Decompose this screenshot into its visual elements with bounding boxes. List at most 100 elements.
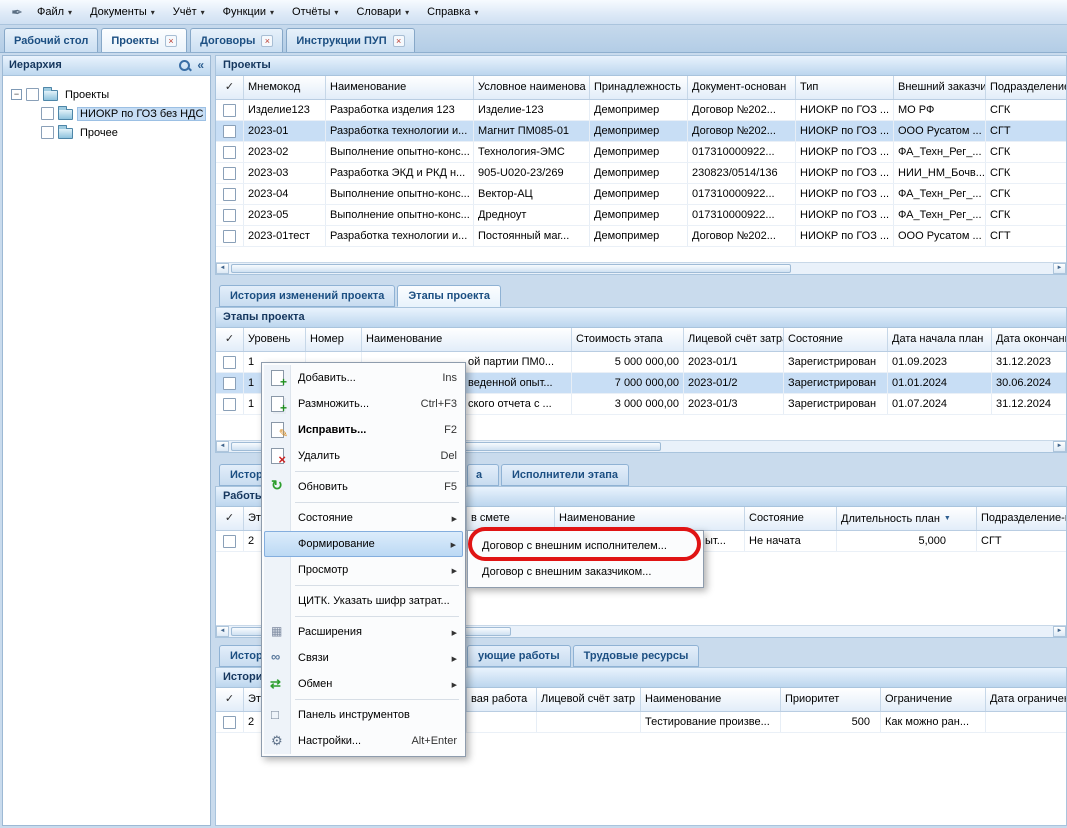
menu-item-extensions[interactable]: Расширения bbox=[264, 619, 463, 645]
scroll-right-icon[interactable] bbox=[1053, 441, 1066, 452]
row-checkbox[interactable] bbox=[223, 209, 236, 222]
row-checkbox[interactable] bbox=[223, 104, 236, 117]
column-header[interactable]: Мнемокод bbox=[244, 76, 326, 99]
scrollbar-thumb[interactable] bbox=[231, 264, 791, 273]
column-header[interactable]: Наименование bbox=[326, 76, 474, 99]
table-row[interactable]: 2023-05 Выполнение опытно-конс... Дредно… bbox=[216, 205, 1066, 226]
close-icon[interactable] bbox=[165, 35, 177, 47]
column-header-sorted[interactable]: Длительность план bbox=[837, 507, 977, 530]
tab-projects[interactable]: Проекты bbox=[101, 28, 187, 52]
table-row[interactable]: 2023-02 Выполнение опытно-конс... Технол… bbox=[216, 142, 1066, 163]
menu-item-citk-cost-code[interactable]: ЦИТК. Указать шифр затрат... bbox=[264, 588, 463, 614]
tree-checkbox[interactable] bbox=[26, 88, 39, 101]
scroll-right-icon[interactable] bbox=[1053, 263, 1066, 274]
tab-instructions[interactable]: Инструкции ПУП bbox=[286, 28, 414, 52]
column-header[interactable]: Условное наименова bbox=[474, 76, 590, 99]
column-header[interactable]: Лицевой счёт затрат. bbox=[684, 328, 784, 351]
column-header[interactable]: Дата начала план bbox=[888, 328, 992, 351]
column-header[interactable]: Приоритет bbox=[781, 688, 881, 711]
menu-item-delete[interactable]: Удалить Del bbox=[264, 443, 463, 469]
column-header[interactable]: Тип bbox=[796, 76, 894, 99]
menu-file[interactable]: Файл bbox=[28, 0, 81, 25]
scroll-left-icon[interactable] bbox=[216, 626, 229, 637]
column-header[interactable]: Подразделение-испо bbox=[977, 507, 1067, 530]
column-header[interactable]: Подразделение bbox=[986, 76, 1067, 99]
column-header[interactable]: Лицевой счёт затр bbox=[537, 688, 641, 711]
column-header[interactable]: Наименование bbox=[555, 507, 745, 530]
row-checkbox[interactable] bbox=[223, 146, 236, 159]
close-icon[interactable] bbox=[261, 35, 273, 47]
scroll-right-icon[interactable] bbox=[1053, 626, 1066, 637]
column-header[interactable]: Внешний заказчик bbox=[894, 76, 986, 99]
column-header[interactable]: Ограничение bbox=[881, 688, 986, 711]
menu-functions[interactable]: Функции bbox=[214, 0, 283, 25]
tab-project-history[interactable]: История изменений проекта bbox=[219, 285, 395, 307]
menu-item-exchange[interactable]: Обмен bbox=[264, 671, 463, 697]
tree-node-projects[interactable]: Проекты bbox=[7, 85, 206, 104]
column-header[interactable]: Наименование bbox=[641, 688, 781, 711]
menu-documents[interactable]: Документы bbox=[81, 0, 164, 25]
row-checkbox[interactable] bbox=[223, 125, 236, 138]
tab-project-stages[interactable]: Этапы проекта bbox=[397, 285, 501, 307]
menu-item-view[interactable]: Просмотр bbox=[264, 557, 463, 583]
column-header[interactable]: Документ-основан bbox=[688, 76, 796, 99]
table-row[interactable]: 2023-01тест Разработка технологии и... П… bbox=[216, 226, 1066, 247]
table-row[interactable]: 2023-04 Выполнение опытно-конс... Вектор… bbox=[216, 184, 1066, 205]
search-icon[interactable] bbox=[178, 59, 193, 73]
menu-item-settings[interactable]: Настройки... Alt+Enter bbox=[264, 728, 463, 754]
select-all-checkbox[interactable] bbox=[216, 507, 244, 530]
submenu-item-external-customer-contract[interactable]: Договор с внешним заказчиком... bbox=[470, 559, 701, 585]
menu-item-state[interactable]: Состояние bbox=[264, 505, 463, 531]
tree-checkbox[interactable] bbox=[41, 107, 54, 120]
close-icon[interactable] bbox=[393, 35, 405, 47]
column-header[interactable]: Дата ограничени bbox=[986, 688, 1067, 711]
tree-checkbox[interactable] bbox=[41, 126, 54, 139]
menu-reports[interactable]: Отчёты bbox=[283, 0, 347, 25]
menu-dictionaries[interactable]: Словари bbox=[347, 0, 418, 25]
tree-node-other[interactable]: Прочее bbox=[7, 123, 206, 142]
submenu-item-external-executor-contract[interactable]: Договор с внешним исполнителем... bbox=[470, 533, 701, 559]
menu-item-edit[interactable]: Исправить... F2 bbox=[264, 417, 463, 443]
table-row[interactable]: 2023-03 Разработка ЭКД и РКД н... 905-U0… bbox=[216, 163, 1066, 184]
menu-item-links[interactable]: Связи bbox=[264, 645, 463, 671]
tab-stage-executors[interactable]: Исполнители этапа bbox=[501, 464, 629, 486]
tab-preceding-works[interactable]: ующие работы bbox=[467, 645, 571, 667]
row-checkbox[interactable] bbox=[223, 716, 236, 729]
tab-contracts[interactable]: Договоры bbox=[190, 28, 283, 52]
scroll-left-icon[interactable] bbox=[216, 441, 229, 452]
tab-works-partial[interactable]: а bbox=[467, 464, 499, 486]
column-header[interactable]: Стоимость этапа bbox=[572, 328, 684, 351]
expander-icon[interactable] bbox=[11, 89, 22, 100]
tree-node-niokr[interactable]: НИОКР по ГОЗ без НДС bbox=[7, 104, 206, 123]
row-checkbox[interactable] bbox=[223, 167, 236, 180]
column-header[interactable]: Состояние bbox=[784, 328, 888, 351]
table-row[interactable]: 2023-01 Разработка технологии и... Магни… bbox=[216, 121, 1066, 142]
tab-desktop[interactable]: Рабочий стол bbox=[4, 28, 98, 52]
menu-item-formation[interactable]: Формирование bbox=[264, 531, 463, 557]
menu-item-add[interactable]: Добавить... Ins bbox=[264, 365, 463, 391]
row-checkbox[interactable] bbox=[223, 398, 236, 411]
column-header[interactable]: в смете bbox=[467, 507, 555, 530]
select-all-checkbox[interactable] bbox=[216, 688, 244, 711]
menu-accounting[interactable]: Учёт bbox=[164, 0, 214, 25]
menu-item-duplicate[interactable]: Размножить... Ctrl+F3 bbox=[264, 391, 463, 417]
row-checkbox[interactable] bbox=[223, 377, 236, 390]
menu-help[interactable]: Справка bbox=[418, 0, 487, 25]
menu-item-toolbar[interactable]: Панель инструментов bbox=[264, 702, 463, 728]
row-checkbox[interactable] bbox=[223, 535, 236, 548]
column-header[interactable]: Наименование bbox=[362, 328, 572, 351]
column-header[interactable]: вая работа bbox=[467, 688, 537, 711]
column-header[interactable]: Дата окончани bbox=[992, 328, 1067, 351]
horizontal-scrollbar[interactable] bbox=[216, 262, 1066, 274]
select-all-checkbox[interactable] bbox=[216, 328, 244, 351]
select-all-checkbox[interactable] bbox=[216, 76, 244, 99]
row-checkbox[interactable] bbox=[223, 188, 236, 201]
column-header[interactable]: Принадлежность bbox=[590, 76, 688, 99]
table-row[interactable]: Изделие123 Разработка изделия 123 Издели… bbox=[216, 100, 1066, 121]
tab-labor-resources[interactable]: Трудовые ресурсы bbox=[573, 645, 700, 667]
menu-item-refresh[interactable]: Обновить F5 bbox=[264, 474, 463, 500]
row-checkbox[interactable] bbox=[223, 356, 236, 369]
scroll-left-icon[interactable] bbox=[216, 263, 229, 274]
column-header[interactable]: Состояние bbox=[745, 507, 837, 530]
row-checkbox[interactable] bbox=[223, 230, 236, 243]
